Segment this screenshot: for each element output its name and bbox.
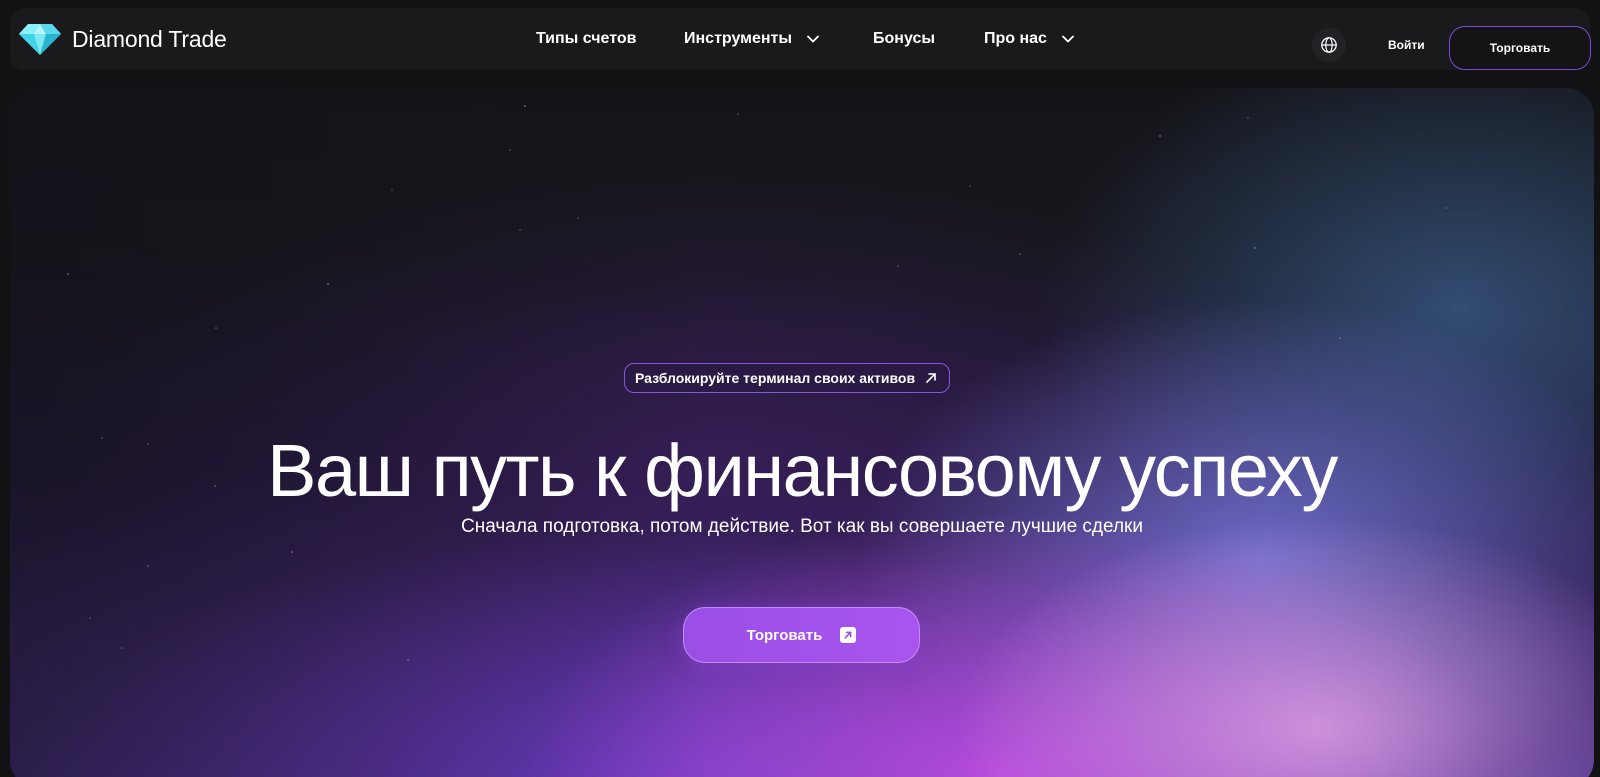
arrow-up-right-icon xyxy=(926,373,936,383)
chevron-down-icon xyxy=(807,35,819,43)
nav-account-types-label: Типы счетов xyxy=(536,30,637,47)
nav-bonuses[interactable]: Бонусы xyxy=(873,28,935,50)
hero-badge-label: Разблокируйте терминал своих активов xyxy=(635,370,916,386)
nav-account-types[interactable]: Типы счетов xyxy=(536,28,636,50)
page: Diamond Trade Типы счетов Инструменты Бо… xyxy=(0,0,1600,777)
chevron-down-icon xyxy=(1062,35,1074,43)
hero-title: Ваш путь к финансовому успеху xyxy=(267,429,1338,512)
language-button[interactable] xyxy=(1312,28,1346,62)
diamond-icon xyxy=(19,24,61,55)
nav-about[interactable]: Про нас xyxy=(984,28,1075,50)
hero-trade-button-label: Торговать xyxy=(746,626,823,644)
top-navbar: Diamond Trade Типы счетов Инструменты Бо… xyxy=(10,8,1591,70)
brand-logo[interactable]: Diamond Trade xyxy=(18,22,227,56)
hero-subtitle: Сначала подготовка, потом действие. Вот … xyxy=(461,516,1143,537)
nav-instruments[interactable]: Инструменты xyxy=(684,28,820,50)
nav-about-label: Про нас xyxy=(984,30,1047,47)
hero-trade-button[interactable]: Торговать xyxy=(683,607,920,663)
external-link-icon xyxy=(840,627,857,643)
nav-instruments-label: Инструменты xyxy=(684,30,793,47)
hero-section: Разблокируйте терминал своих активов Ваш… xyxy=(10,88,1594,777)
trade-button[interactable]: Торговать xyxy=(1449,26,1591,70)
nav-bonuses-label: Бонусы xyxy=(873,30,935,47)
hero-badge-link[interactable]: Разблокируйте терминал своих активов xyxy=(624,363,951,393)
globe-icon xyxy=(1321,37,1337,53)
brand-name: Diamond Trade xyxy=(72,25,227,52)
login-link[interactable]: Войти xyxy=(1388,38,1425,52)
